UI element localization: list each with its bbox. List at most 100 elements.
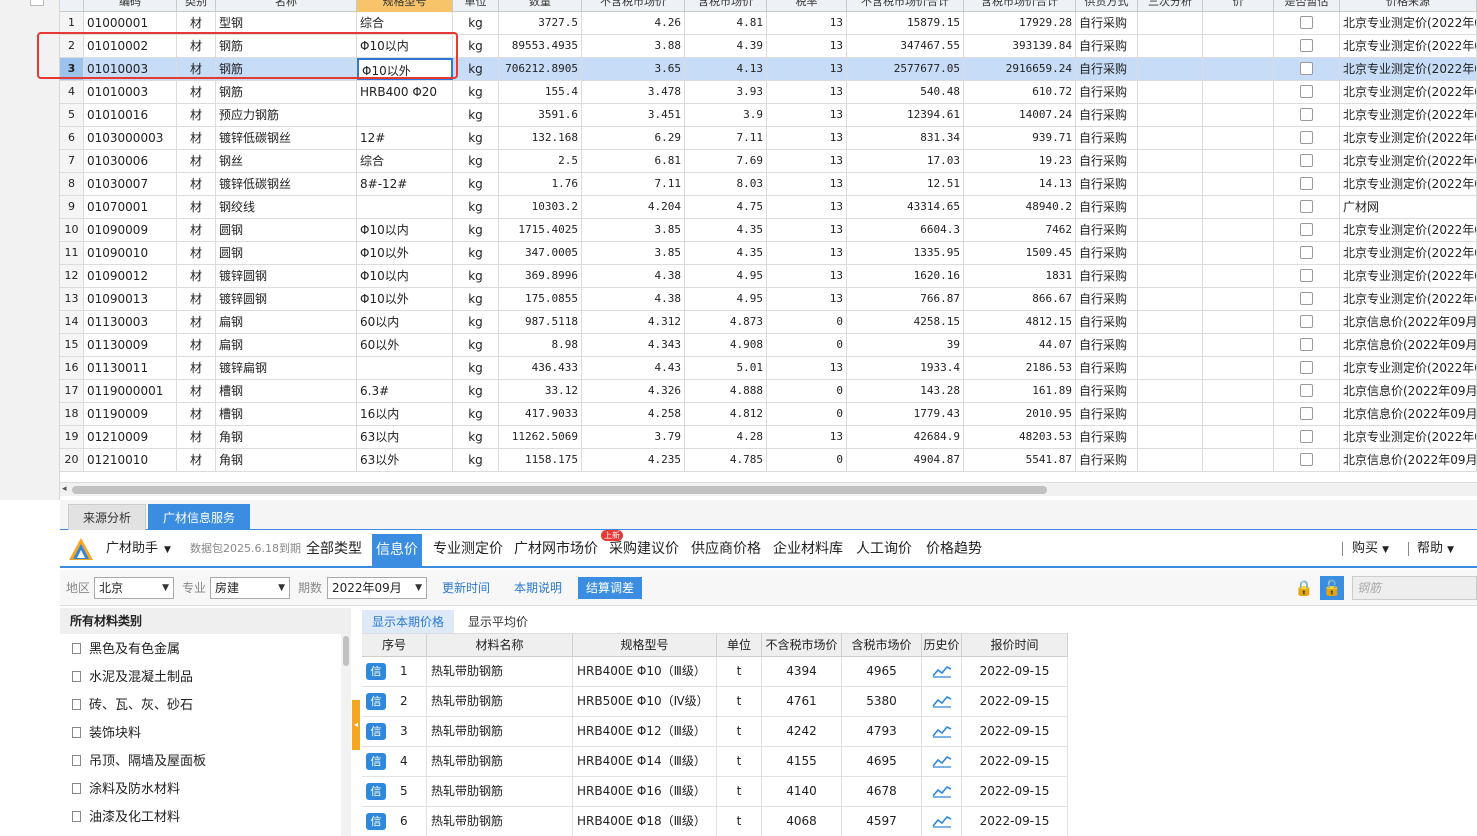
cell-supply[interactable]: 自行采购 bbox=[1076, 58, 1138, 80]
cell-total-ex[interactable]: 4258.15 bbox=[847, 311, 964, 333]
cell-total-ex[interactable]: 143.28 bbox=[847, 380, 964, 402]
price-cell-seq[interactable]: 信5 bbox=[362, 777, 427, 806]
cell-estimate[interactable] bbox=[1274, 104, 1340, 126]
cell-price-in[interactable]: 4.785 bbox=[685, 449, 767, 471]
cell-estimate[interactable] bbox=[1274, 81, 1340, 103]
cell-estimate[interactable] bbox=[1274, 196, 1340, 218]
cell-source[interactable]: 北京专业测定价(2022年09 bbox=[1340, 12, 1477, 34]
cell-supply[interactable]: 自行采购 bbox=[1076, 12, 1138, 34]
cell-code[interactable]: 01190009 bbox=[84, 403, 177, 425]
cell-price-ex[interactable]: 4.38 bbox=[582, 288, 685, 310]
price-row[interactable]: 信 4 热轧带肋钢筋 HRB400E Φ14（Ⅲ级） t 4155 4695 2022-09-… bbox=[362, 747, 1068, 777]
price-cell-date[interactable]: 2022-09-15 bbox=[962, 747, 1068, 776]
cell-estimate[interactable] bbox=[1274, 127, 1340, 149]
price-cell-unit[interactable]: t bbox=[717, 807, 762, 836]
cell-price[interactable] bbox=[1203, 12, 1274, 34]
estimate-checkbox[interactable] bbox=[1300, 62, 1313, 75]
cell-price-ex[interactable]: 3.88 bbox=[582, 35, 685, 57]
estimate-checkbox[interactable] bbox=[1300, 315, 1313, 328]
header-analysis[interactable]: 三次分析 bbox=[1138, 0, 1203, 12]
tab-enterprise-library[interactable]: 企业材料库 bbox=[769, 530, 847, 568]
cell-spec[interactable]: HRB400 Φ20 bbox=[357, 81, 453, 103]
cell-tax[interactable]: 13 bbox=[767, 265, 847, 287]
cell-code[interactable]: 01090012 bbox=[84, 265, 177, 287]
table-row[interactable]: 20 01210010 材角钢 63以外 kg 1158.175 4.235 4.785 0 49… bbox=[60, 449, 1477, 472]
cell-analysis[interactable] bbox=[1138, 173, 1203, 195]
estimate-checkbox[interactable] bbox=[1300, 85, 1313, 98]
cell-name[interactable]: 槽钢 bbox=[216, 380, 357, 402]
cell-type[interactable]: 材 bbox=[177, 380, 216, 402]
estimate-checkbox[interactable] bbox=[1300, 407, 1313, 420]
header-price-ex[interactable]: 不含税市场价 bbox=[582, 0, 685, 12]
cell-total-ex[interactable]: 17.03 bbox=[847, 150, 964, 172]
price-header-history[interactable]: 历史价 bbox=[922, 634, 962, 657]
cell-total-ex[interactable]: 1933.4 bbox=[847, 357, 964, 379]
price-cell-price-in[interactable]: 4965 bbox=[842, 657, 922, 686]
cell-price-ex[interactable]: 4.204 bbox=[582, 196, 685, 218]
cell-analysis[interactable] bbox=[1138, 334, 1203, 356]
cell-total-in[interactable]: 48203.53 bbox=[964, 426, 1076, 448]
cell-spec[interactable]: Φ10以内 bbox=[357, 219, 453, 241]
cell-unit[interactable]: kg bbox=[453, 265, 499, 287]
cell-estimate[interactable] bbox=[1274, 219, 1340, 241]
cell-analysis[interactable] bbox=[1138, 150, 1203, 172]
table-row[interactable]: 17 0119000001 材槽钢 6.3# kg 33.12 4.326 4.888 0 143… bbox=[60, 380, 1477, 403]
cell-tax[interactable]: 0 bbox=[767, 334, 847, 356]
cell-source[interactable]: 北京信息价(2022年09月) bbox=[1340, 380, 1477, 402]
cell-analysis[interactable] bbox=[1138, 196, 1203, 218]
info-badge[interactable]: 信 bbox=[366, 783, 386, 800]
cell-analysis[interactable] bbox=[1138, 81, 1203, 103]
price-cell-name[interactable]: 热轧带肋钢筋 bbox=[427, 747, 573, 776]
row-number[interactable]: 18 bbox=[60, 403, 84, 425]
cell-total-in[interactable]: 1831 bbox=[964, 265, 1076, 287]
cell-type[interactable]: 材 bbox=[177, 127, 216, 149]
info-badge[interactable]: 信 bbox=[366, 753, 386, 770]
price-cell-seq[interactable]: 信3 bbox=[362, 717, 427, 746]
info-badge[interactable]: 信 bbox=[366, 723, 386, 740]
cell-price-in[interactable]: 4.13 bbox=[685, 58, 767, 80]
trend-chart-icon[interactable] bbox=[931, 754, 952, 768]
trend-chart-icon[interactable] bbox=[931, 694, 952, 708]
price-header-date[interactable]: 报价时间 bbox=[962, 634, 1068, 657]
cell-supply[interactable]: 自行采购 bbox=[1076, 196, 1138, 218]
cell-price-ex[interactable]: 4.258 bbox=[582, 403, 685, 425]
info-badge[interactable]: 信 bbox=[366, 813, 386, 830]
price-cell-history[interactable] bbox=[922, 657, 962, 686]
cell-price-in[interactable]: 3.9 bbox=[685, 104, 767, 126]
cell-qty[interactable]: 417.9033 bbox=[499, 403, 582, 425]
price-cell-seq[interactable]: 信6 bbox=[362, 807, 427, 836]
cell-type[interactable]: 材 bbox=[177, 58, 216, 80]
cell-price-ex[interactable]: 6.29 bbox=[582, 127, 685, 149]
cell-total-ex[interactable]: 4904.87 bbox=[847, 449, 964, 471]
cell-name[interactable]: 镀锌低碳钢丝 bbox=[216, 173, 357, 195]
table-row[interactable]: 19 01210009 材角钢 63以内 kg 11262.5069 3.79 4.28 13 4… bbox=[60, 426, 1477, 449]
cell-price-in[interactable]: 7.69 bbox=[685, 150, 767, 172]
cell-analysis[interactable] bbox=[1138, 426, 1203, 448]
price-row[interactable]: 信 5 热轧带肋钢筋 HRB400E Φ16（Ⅲ级） t 4140 4678 2022-09-… bbox=[362, 777, 1068, 807]
cell-total-in[interactable]: 939.71 bbox=[964, 127, 1076, 149]
price-header-price-in[interactable]: 含税市场价 bbox=[842, 634, 922, 657]
price-cell-price-in[interactable]: 4678 bbox=[842, 777, 922, 806]
cell-total-ex[interactable]: 1620.16 bbox=[847, 265, 964, 287]
category-scrollbar[interactable] bbox=[341, 634, 351, 836]
row-number[interactable]: 10 bbox=[60, 219, 84, 241]
cell-price[interactable] bbox=[1203, 150, 1274, 172]
cell-total-in[interactable]: 866.67 bbox=[964, 288, 1076, 310]
cell-total-in[interactable]: 14.13 bbox=[964, 173, 1076, 195]
estimate-checkbox[interactable] bbox=[1300, 177, 1313, 190]
cell-unit[interactable]: kg bbox=[453, 81, 499, 103]
cell-supply[interactable]: 自行采购 bbox=[1076, 311, 1138, 333]
cell-price[interactable] bbox=[1203, 449, 1274, 471]
cell-price-in[interactable]: 7.11 bbox=[685, 127, 767, 149]
cell-qty[interactable]: 11262.5069 bbox=[499, 426, 582, 448]
cell-tax[interactable]: 13 bbox=[767, 12, 847, 34]
tab-price-trend[interactable]: 价格趋势 bbox=[922, 530, 986, 568]
price-row[interactable]: 信 3 热轧带肋钢筋 HRB400E Φ12（Ⅲ级） t 4242 4793 2022-09-… bbox=[362, 717, 1068, 747]
price-cell-seq[interactable]: 信1 bbox=[362, 657, 427, 686]
cell-spec[interactable]: Φ10以内 bbox=[357, 265, 453, 287]
cell-total-in[interactable]: 48940.2 bbox=[964, 196, 1076, 218]
cell-source[interactable]: 北京专业测定价(2022年09 bbox=[1340, 81, 1477, 103]
table-row[interactable]: 1 01000001 材型钢 综合 kg 3727.5 4.26 4.81 13 15879.15… bbox=[60, 12, 1477, 35]
cell-price[interactable] bbox=[1203, 334, 1274, 356]
price-row[interactable]: 信 6 热轧带肋钢筋 HRB400E Φ18（Ⅲ级） t 4068 4597 2022-09-… bbox=[362, 807, 1068, 836]
